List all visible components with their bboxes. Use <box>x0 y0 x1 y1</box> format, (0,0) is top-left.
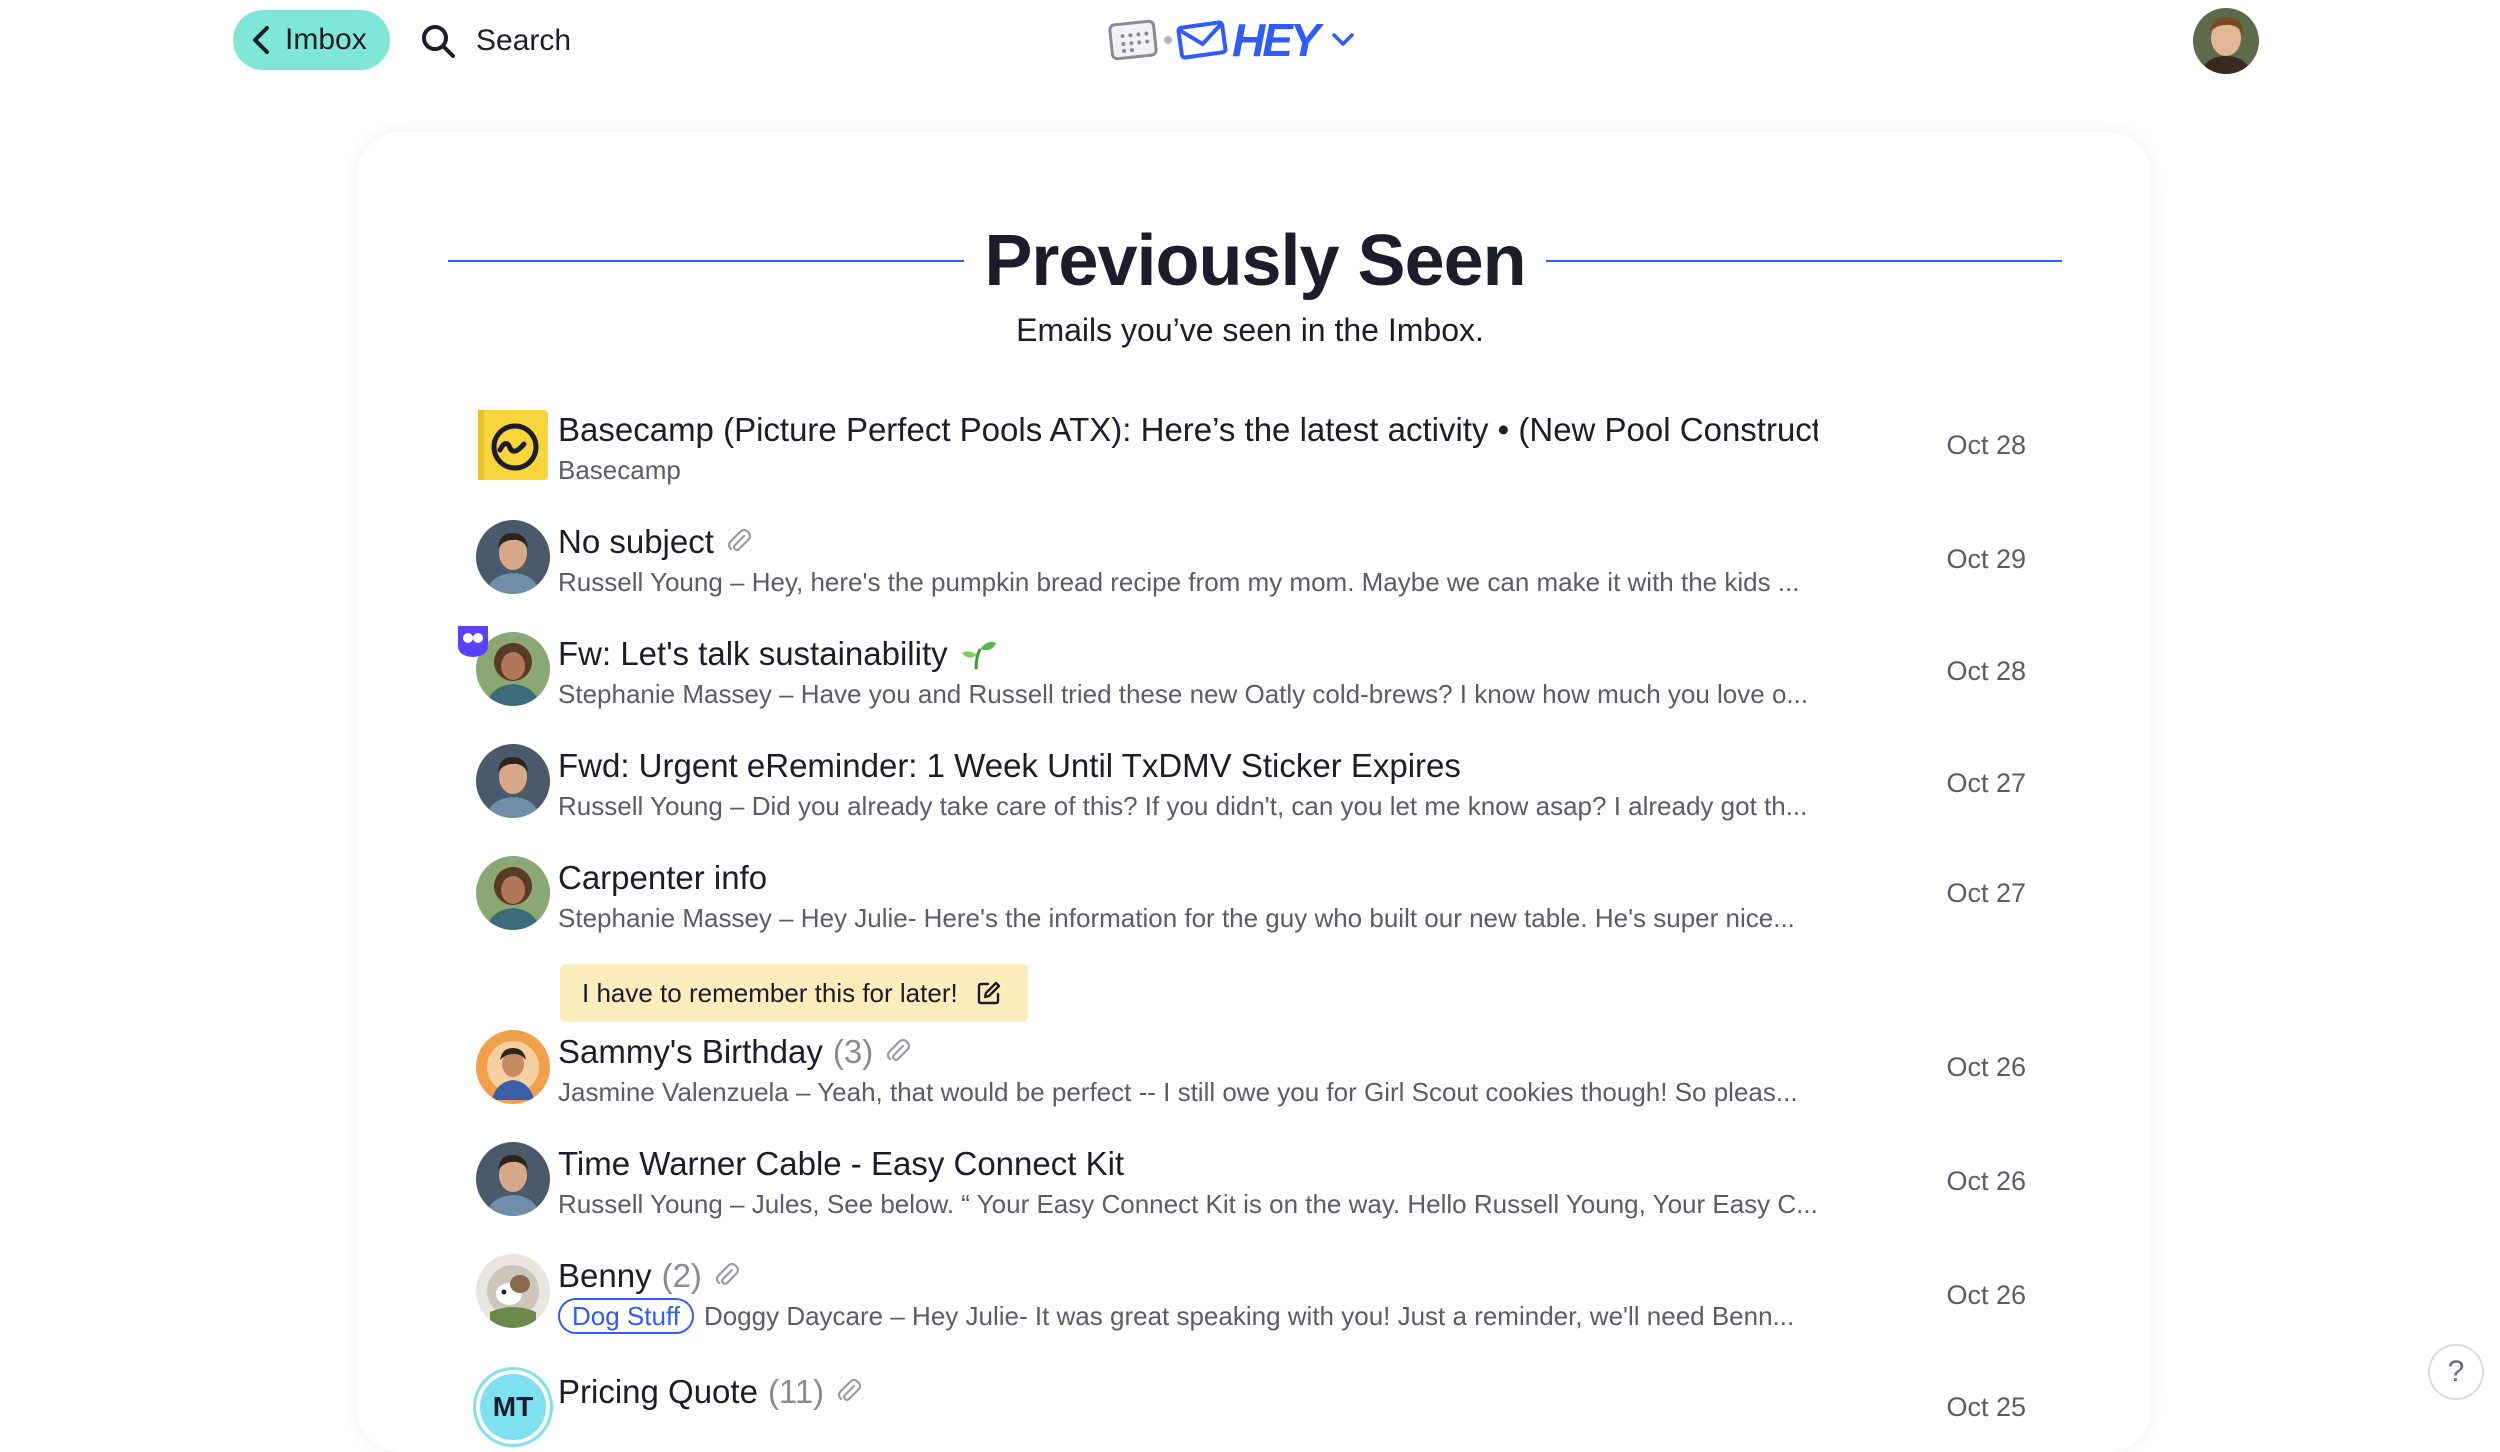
email-date: Oct 27 <box>1946 878 2026 908</box>
email-row[interactable]: Fw: Let's talk sustainability Stephanie … <box>458 626 2026 712</box>
email-subject-text: Carpenter info <box>558 859 768 896</box>
email-subject-text: Sammy's Birthday <box>558 1033 823 1070</box>
mt-initials-avatar: MT <box>476 1370 550 1444</box>
title-rule-right <box>1545 260 2062 262</box>
attachment-icon <box>727 528 752 552</box>
email-subject: No subject <box>558 520 1818 564</box>
email-subject: Fw: Let's talk sustainability <box>558 632 1818 676</box>
back-button-label: Imbox <box>285 23 367 56</box>
email-date: Oct 26 <box>1946 1280 2026 1310</box>
email-snippet: Russell Young – Did you already take car… <box>558 788 1820 824</box>
hey-logo: HEY <box>1232 14 1321 66</box>
top-bar: Imbox Search HEY <box>0 0 2500 82</box>
email-row[interactable]: MT Pricing Quote (11) Oct 25 <box>476 1370 2026 1450</box>
user-photo <box>2193 8 2259 74</box>
email-date: Oct 27 <box>1946 768 2026 798</box>
email-subject-text: No subject <box>558 523 714 560</box>
email-subject: Fwd: Urgent eReminder: 1 Week Until TxDM… <box>558 744 1818 788</box>
search-label: Search <box>476 24 572 57</box>
email-snippet-text: Russell Young – Hey, here's the pumpkin … <box>558 567 1800 597</box>
back-to-imbox-button[interactable]: Imbox <box>233 10 390 70</box>
email-subject-text: Time Warner Cable - Easy Connect Kit <box>558 1145 1125 1182</box>
email-snippet: Dog Stuff Doggy Daycare – Hey Julie- It … <box>558 1298 1820 1334</box>
help-button[interactable]: ? <box>2428 1344 2484 1400</box>
title-row: Previously Seen <box>448 216 2062 306</box>
seedling-icon <box>961 641 996 670</box>
search-button[interactable]: Search <box>420 16 571 66</box>
email-subject-text: Pricing Quote <box>558 1373 758 1410</box>
chevron-down-icon <box>1331 33 1354 46</box>
email-row[interactable]: Sammy's Birthday (3) Jasmine Valenzuela … <box>476 1030 2026 1110</box>
email-snippet-text: Stephanie Massey – Hey Julie- Here's the… <box>558 903 1795 933</box>
email-row[interactable]: Time Warner Cable - Easy Connect Kit Rus… <box>476 1142 2026 1222</box>
help-label: ? <box>2447 1355 2465 1388</box>
email-date: Oct 26 <box>1946 1166 2026 1196</box>
search-icon <box>422 25 455 58</box>
email-snippet: Russell Young – Jules, See below. “ Your… <box>558 1186 1820 1222</box>
label-tag[interactable]: Dog Stuff <box>558 1298 694 1334</box>
email-row[interactable]: Fwd: Urgent eReminder: 1 Week Until TxDM… <box>476 744 2026 824</box>
email-snippet-text: Russell Young – Did you already take car… <box>558 791 1808 821</box>
russell-young-avatar <box>476 520 550 594</box>
calendar-icon <box>1108 19 1158 61</box>
email-snippet: Stephanie Massey – Hey Julie- Here's the… <box>558 900 1820 936</box>
chevron-left-icon <box>253 26 269 54</box>
shared-badge-icon <box>458 626 488 657</box>
email-row[interactable]: No subject Russell Young – Hey, here's t… <box>476 520 2026 600</box>
hey-menu-button[interactable]: HEY <box>1108 14 1358 66</box>
stephanie-massey-avatar <box>476 856 550 930</box>
russell-young-avatar <box>476 744 550 818</box>
email-snippet-text: Doggy Daycare – Hey Julie- It was great … <box>703 1301 1795 1331</box>
attachment-icon <box>715 1262 740 1286</box>
thread-count: (3) <box>832 1033 874 1070</box>
email-date: Oct 26 <box>1946 1052 2026 1082</box>
email-snippet-text: Jasmine Valenzuela – Yeah, that would be… <box>558 1077 1798 1107</box>
email-snippet-text: Russell Young – Jules, See below. “ Your… <box>558 1189 1818 1219</box>
jasmine-valenzuela-avatar <box>476 1030 550 1104</box>
edit-note-icon[interactable] <box>976 980 1002 1006</box>
email-date: Oct 25 <box>1946 1392 2026 1422</box>
email-subject: Carpenter info <box>558 856 1818 900</box>
email-snippet: Stephanie Massey – Have you and Russell … <box>558 676 1820 712</box>
envelope-icon <box>1176 20 1228 60</box>
email-snippet: Jasmine Valenzuela – Yeah, that would be… <box>558 1074 1820 1110</box>
email-snippet: Basecamp <box>558 452 1820 488</box>
email-subject: Pricing Quote (11) <box>558 1370 1818 1414</box>
email-date: Oct 28 <box>1946 430 2026 460</box>
avatar-initials: MT <box>492 1391 534 1422</box>
sticky-note-text: I have to remember this for later! <box>582 977 958 1008</box>
basecamp-logo-icon <box>478 410 548 480</box>
page-subtitle: Emails you’ve seen in the Imbox. <box>1016 312 1484 348</box>
email-subject: Benny (2) <box>558 1254 1818 1298</box>
user-avatar[interactable] <box>2193 8 2259 74</box>
email-row[interactable]: Carpenter info Stephanie Massey – Hey Ju… <box>476 856 2026 1026</box>
email-subject-text: Basecamp (Picture Perfect Pools ATX): He… <box>558 411 1818 448</box>
thread-count: (11) <box>767 1373 825 1410</box>
email-subject: Basecamp (Picture Perfect Pools ATX): He… <box>558 408 1818 452</box>
email-snippet-text: Stephanie Massey – Have you and Russell … <box>558 679 1809 709</box>
sticky-note[interactable]: I have to remember this for later! <box>560 964 1028 1022</box>
email-snippet-text: Basecamp <box>558 455 681 485</box>
email-date: Oct 28 <box>1946 656 2026 686</box>
attachment-icon <box>887 1038 911 1062</box>
email-date: Oct 29 <box>1946 544 2026 574</box>
thread-count: (2) <box>661 1257 702 1294</box>
page-title: Previously Seen <box>984 221 1526 301</box>
attachment-icon <box>838 1378 862 1402</box>
email-snippet: Russell Young – Hey, here's the pumpkin … <box>558 564 1820 600</box>
email-subject: Sammy's Birthday (3) <box>558 1030 1818 1074</box>
email-row[interactable]: Basecamp (Picture Perfect Pools ATX): He… <box>476 408 2026 488</box>
email-row[interactable]: Benny (2) Dog Stuff Doggy Daycare – Hey … <box>476 1254 2026 1334</box>
email-subject-text: Fwd: Urgent eReminder: 1 Week Until TxDM… <box>558 747 1461 784</box>
dot-separator-icon <box>1164 36 1172 44</box>
title-rule-left <box>448 260 965 262</box>
email-subject-text: Benny <box>558 1257 652 1294</box>
doggy-daycare-avatar <box>476 1254 550 1328</box>
email-subject-text: Fw: Let's talk sustainability <box>558 635 948 672</box>
russell-young-avatar <box>476 1142 550 1216</box>
email-subject: Time Warner Cable - Easy Connect Kit <box>558 1142 1818 1186</box>
